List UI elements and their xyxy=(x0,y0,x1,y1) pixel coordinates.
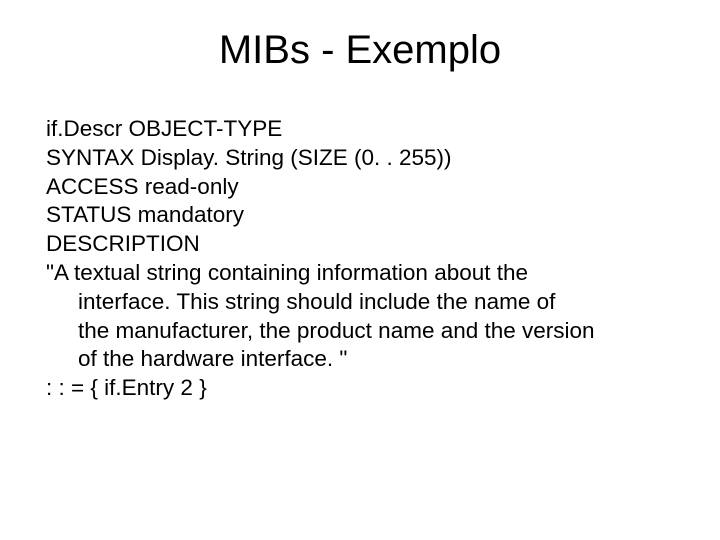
slide: MIBs - Exemplo if.Descr OBJECT-TYPE SYNT… xyxy=(0,0,720,540)
code-line: the manufacturer, the product name and t… xyxy=(46,317,674,346)
code-line: : : = { if.Entry 2 } xyxy=(46,374,674,403)
code-line: STATUS mandatory xyxy=(46,201,674,230)
code-line: of the hardware interface. " xyxy=(46,345,674,374)
slide-body: if.Descr OBJECT-TYPE SYNTAX Display. Str… xyxy=(46,115,674,403)
code-line: "A textual string containing information… xyxy=(46,259,674,288)
code-line: ACCESS read-only xyxy=(46,173,674,202)
slide-title: MIBs - Exemplo xyxy=(46,28,674,73)
code-line: if.Descr OBJECT-TYPE xyxy=(46,115,674,144)
code-line: SYNTAX Display. String (SIZE (0. . 255)) xyxy=(46,144,674,173)
code-line: DESCRIPTION xyxy=(46,230,674,259)
code-line: interface. This string should include th… xyxy=(46,288,674,317)
